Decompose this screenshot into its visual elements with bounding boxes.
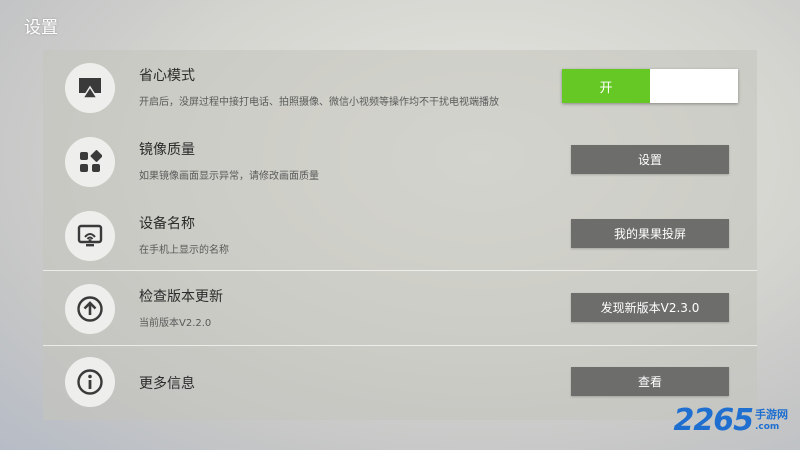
row-description: 当前版本V2.2.0 <box>139 318 212 329</box>
device-name-button[interactable]: 我的果果投屏 <box>571 219 729 248</box>
row-description: 如果镜像画面显示异常，请修改画面质量 <box>139 171 319 182</box>
settings-row-more-info: 更多信息 查看 <box>43 346 757 420</box>
info-icon <box>65 357 115 407</box>
cast-screen-icon <box>65 211 115 261</box>
page-title: 设置 <box>24 18 58 38</box>
care-mode-toggle[interactable]: 开 <box>562 69 738 103</box>
settings-row-check-update: 检查版本更新 当前版本V2.2.0 发现新版本V2.3.0 <box>43 271 757 345</box>
watermark-number: 2265 <box>673 403 754 438</box>
more-info-view-button[interactable]: 查看 <box>571 367 729 396</box>
mirror-quality-settings-button[interactable]: 设置 <box>571 145 729 174</box>
settings-row-mirror-quality: 镜像质量 如果镜像画面显示异常，请修改画面质量 设置 <box>43 124 757 198</box>
toggle-on-label: 开 <box>562 69 650 103</box>
airplay-icon <box>65 63 115 113</box>
settings-panel: 省心模式 开启后，没屏过程中接打电话、拍照摄像、微信小视频等操作均不干扰电视端播… <box>43 50 757 420</box>
watermark-logo: 2265 手游网 .com <box>674 406 789 436</box>
settings-row-device-name: 设备名称 在手机上显示的名称 我的果果投屏 <box>43 198 757 272</box>
row-title: 更多信息 <box>139 376 195 392</box>
watermark-text: 手游网 <box>755 408 788 421</box>
row-description: 开启后，没屏过程中接打电话、拍照摄像、微信小视频等操作均不干扰电视端播放 <box>139 97 499 108</box>
watermark-domain: .com <box>755 422 780 432</box>
upload-arrow-icon <box>65 284 115 334</box>
row-title: 检查版本更新 <box>139 289 223 305</box>
apps-grid-icon <box>65 137 115 187</box>
check-update-button[interactable]: 发现新版本V2.3.0 <box>571 293 729 322</box>
row-description: 在手机上显示的名称 <box>139 245 229 256</box>
row-title: 设备名称 <box>139 216 195 232</box>
row-title: 省心模式 <box>139 68 195 84</box>
settings-row-care-mode: 省心模式 开启后，没屏过程中接打电话、拍照摄像、微信小视频等操作均不干扰电视端播… <box>43 50 757 124</box>
row-title: 镜像质量 <box>139 142 195 158</box>
watermark-side: 手游网 .com <box>755 406 788 432</box>
